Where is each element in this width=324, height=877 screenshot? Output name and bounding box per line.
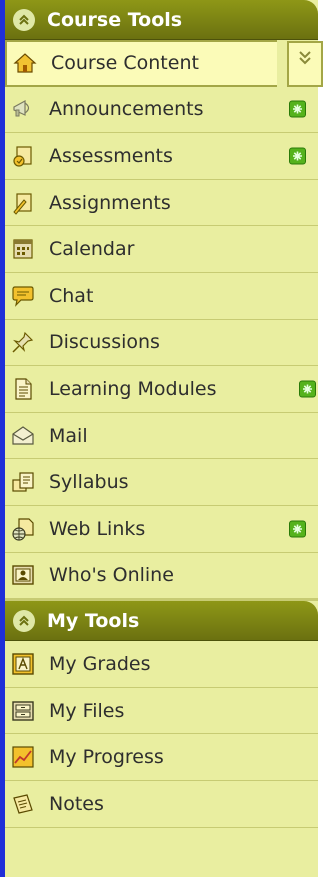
sidebar-item-label: Notes (49, 792, 104, 815)
calendar-icon (13, 239, 33, 259)
sidebar-item-chat[interactable]: Chat (5, 272, 318, 320)
course-tools-title: Course Tools (47, 8, 183, 31)
syllabus-icon (12, 472, 34, 492)
sidebar-item-notes[interactable]: Notes (5, 780, 318, 828)
course-tools-header[interactable]: Course Tools (5, 0, 318, 40)
my-tools-header[interactable]: My Tools (5, 601, 318, 642)
sidebar-item-course-content[interactable]: Course Content (5, 40, 277, 87)
home-icon (13, 53, 37, 73)
sidebar-item-my-progress[interactable]: My Progress (5, 734, 318, 781)
sidebar-item-label: My Grades (49, 652, 151, 675)
sidebar-item-label: Assessments (49, 144, 173, 167)
sidebar-item-label: Announcements (49, 98, 204, 121)
sidebar-item-calendar[interactable]: Calendar (5, 226, 318, 273)
sidebar-item-label: Calendar (49, 238, 135, 261)
sidebar-item-web-links[interactable]: Web Links (5, 505, 318, 553)
new-content-badge-icon (289, 100, 306, 118)
globe-page-icon (12, 518, 34, 541)
chevron-up-icon[interactable] (13, 8, 35, 31)
files-icon (12, 700, 34, 721)
sidebar-item-discussions[interactable]: Discussions (5, 319, 318, 367)
sidebar-item-label: My Files (49, 699, 125, 722)
notes-icon (13, 793, 33, 814)
grades-icon (12, 653, 34, 675)
sidebar-item-assignments[interactable]: Assignments (5, 179, 318, 227)
tools-sidebar: Course Tools Course Content Announcement… (0, 0, 323, 877)
sidebar-item-label: Assignments (49, 191, 171, 214)
envelope-icon (12, 425, 34, 445)
sidebar-item-announcements[interactable]: Announcements (5, 86, 318, 134)
sidebar-item-my-files[interactable]: My Files (5, 687, 318, 735)
sidebar-item-syllabus[interactable]: Syllabus (5, 459, 318, 506)
sidebar-item-label: Course Content (51, 52, 199, 75)
sidebar-item-label: Web Links (49, 517, 146, 540)
my-tools-title: My Tools (47, 609, 140, 632)
sidebar-item-whos-online[interactable]: Who's Online (5, 552, 318, 600)
sidebar-item-my-grades[interactable]: My Grades (5, 641, 318, 688)
progress-chart-icon (12, 746, 34, 768)
sidebar-item-label: Chat (49, 284, 94, 307)
document-icon (15, 378, 32, 400)
sidebar-item-label: Mail (49, 424, 88, 447)
sidebar-item-label: My Progress (49, 746, 164, 769)
sidebar-item-assessments[interactable]: Assessments (5, 133, 318, 180)
assignment-icon (13, 192, 32, 215)
sidebar-item-mail[interactable]: Mail (5, 412, 318, 460)
pushpin-icon (12, 332, 34, 353)
chat-bubble-icon (12, 286, 34, 307)
new-content-badge-icon (289, 520, 306, 538)
user-monitor-icon (12, 565, 34, 586)
chevron-up-icon[interactable] (13, 609, 35, 632)
new-content-badge-icon (299, 380, 316, 398)
sidebar-item-label: Discussions (49, 331, 160, 354)
sidebar-item-learning-modules[interactable]: Learning Modules (5, 366, 318, 413)
chevron-down-icon (299, 51, 311, 65)
sidebar-item-label: Who's Online (49, 564, 174, 587)
collapse-toggle[interactable] (287, 41, 323, 87)
megaphone-icon (13, 100, 30, 117)
sidebar-item-label: Syllabus (49, 471, 129, 494)
sidebar-item-label: Learning Modules (49, 377, 217, 400)
assessment-icon (13, 146, 32, 167)
new-content-badge-icon (289, 147, 306, 165)
